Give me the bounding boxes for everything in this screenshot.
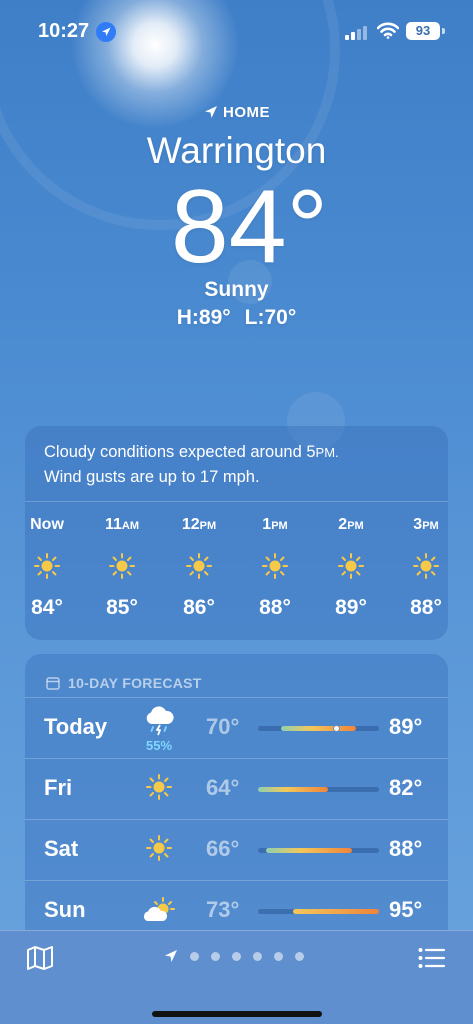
day-row[interactable]: Today 55% 70° 89° xyxy=(25,698,448,759)
hour-temp: 86° xyxy=(183,596,215,619)
page-dot xyxy=(274,951,283,961)
summary-line-1: Cloudy conditions expected around 5 xyxy=(44,443,316,461)
hour-item: 1PM 88° xyxy=(245,516,305,620)
map-icon[interactable] xyxy=(26,945,54,976)
day-row[interactable]: Fri 64° 82° xyxy=(25,759,448,820)
day-high: 95° xyxy=(389,897,423,922)
day-row[interactable]: Sat 66° 88° xyxy=(25,820,448,881)
hour-item: Now 84° xyxy=(17,516,77,620)
sun-icon xyxy=(92,552,152,582)
hour-item: 11AM 85° xyxy=(92,516,152,620)
calendar-icon xyxy=(46,676,60,690)
sun-icon xyxy=(396,552,456,582)
day-name: Today xyxy=(44,714,108,739)
location-label: HOME xyxy=(0,100,473,124)
location-label-text: HOME xyxy=(223,103,270,121)
hour-temp: 88° xyxy=(410,596,442,619)
hour-temp: 85° xyxy=(106,596,138,619)
thunderstorm-icon xyxy=(141,706,177,738)
current-temperature: 84° xyxy=(170,169,329,285)
precipitation-chance: 55% xyxy=(145,738,173,753)
location-services-icon xyxy=(96,22,116,42)
temperature-range-bar xyxy=(258,725,379,732)
home-indicator[interactable] xyxy=(152,1011,322,1017)
day-low: 64° xyxy=(206,775,240,800)
hour-label: 11AM xyxy=(104,516,140,533)
sun-icon xyxy=(17,552,77,582)
page-dot xyxy=(211,951,220,961)
hour-temp: 84° xyxy=(31,596,63,619)
ten-day-header: 10-DAY FORECAST xyxy=(25,654,448,698)
hour-item: 12PM 86° xyxy=(169,516,229,620)
location-arrow-icon xyxy=(205,106,217,118)
hour-label: 3PM xyxy=(413,516,439,533)
sun-icon xyxy=(141,834,177,866)
battery-tip xyxy=(442,28,445,34)
page-dot xyxy=(190,951,199,961)
hour-item: 3PM 88° xyxy=(396,516,456,620)
sun-icon xyxy=(321,552,381,582)
city-name: Warrington xyxy=(146,130,327,171)
hour-label: 1PM xyxy=(262,516,288,533)
day-low: 66° xyxy=(206,836,240,861)
status-bar: 10:27 93 xyxy=(0,0,473,60)
temperature-range-bar xyxy=(258,909,379,914)
page-dot xyxy=(253,951,262,961)
day-high: 88° xyxy=(389,836,423,861)
battery-icon: 93 xyxy=(406,22,440,40)
day-low: 73° xyxy=(206,897,240,922)
sun-icon xyxy=(169,552,229,582)
sun-icon xyxy=(245,552,305,582)
wifi-icon xyxy=(376,22,400,44)
high-temp: H:89° xyxy=(176,306,231,329)
partly-cloudy-icon xyxy=(141,895,177,927)
summary-line-1-suffix: PM. xyxy=(315,445,339,460)
ten-day-forecast-card[interactable]: 10-DAY FORECAST Today 55% 70° 89° Fri 64… xyxy=(25,654,448,944)
temperature-range-fill xyxy=(258,787,329,792)
summary-line-2: Wind gusts are up to 17 mph. xyxy=(44,468,260,486)
day-high: 89° xyxy=(389,714,423,739)
cellular-signal-icon xyxy=(345,24,371,40)
hourly-forecast-card[interactable]: Cloudy conditions expected around 5PM. W… xyxy=(25,426,448,640)
high-low: H:89° L:70° xyxy=(0,304,473,332)
bottom-toolbar xyxy=(0,930,473,1024)
temperature-range-bar xyxy=(258,787,379,792)
day-name: Sun xyxy=(44,897,86,922)
day-low: 70° xyxy=(206,714,240,739)
ten-day-title: 10-DAY FORECAST xyxy=(68,674,202,691)
temperature-range-fill xyxy=(265,848,352,853)
sun-icon xyxy=(141,773,177,805)
list-icon[interactable] xyxy=(418,947,446,974)
current-condition: Sunny xyxy=(204,278,269,301)
page-dot xyxy=(295,951,304,961)
current-location-page-icon xyxy=(165,950,177,962)
temperature-range-bar xyxy=(258,848,379,853)
page-indicator[interactable] xyxy=(164,949,304,963)
page-dot xyxy=(232,951,241,961)
forecast-summary: Cloudy conditions expected around 5PM. W… xyxy=(25,426,448,502)
current-temperature-marker xyxy=(332,725,340,732)
hour-label: 12PM xyxy=(181,516,217,533)
hour-label: 2PM xyxy=(338,516,364,533)
hour-temp: 88° xyxy=(259,596,291,619)
hourly-list[interactable]: Now 84° 11AM 85° 12PM 86° 1PM 88° 2PM 89… xyxy=(25,516,448,626)
hour-item: 2PM 89° xyxy=(321,516,381,620)
temperature-range-fill xyxy=(281,726,356,731)
day-name: Fri xyxy=(44,775,73,800)
current-weather: HOME Warrington 84° Sunny H:89° L:70° xyxy=(0,100,473,332)
hour-label: Now xyxy=(30,516,64,533)
day-high: 82° xyxy=(389,775,423,800)
status-time: 10:27 xyxy=(38,20,90,42)
low-temp: L:70° xyxy=(244,306,297,329)
day-name: Sat xyxy=(44,836,79,861)
temperature-range-fill xyxy=(293,909,379,914)
hour-temp: 89° xyxy=(335,596,367,619)
